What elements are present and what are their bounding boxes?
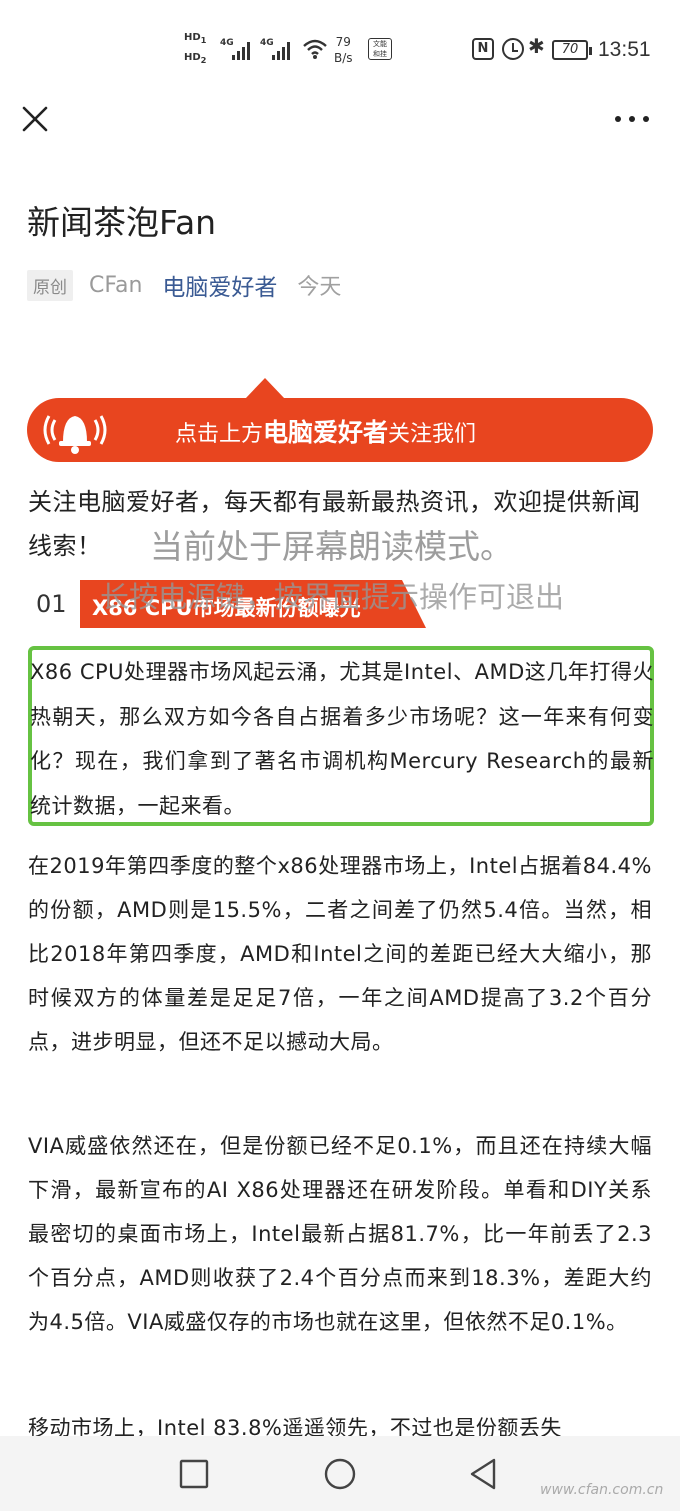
wifi-icon: [303, 39, 327, 59]
publish-date: 今天: [297, 275, 342, 300]
bell-icon: [43, 415, 107, 454]
follow-banner[interactable]: 点击上方电脑爱好者关注我们: [27, 378, 653, 462]
hd2-label: HD2: [184, 52, 207, 65]
triangle-back-icon: [470, 1458, 496, 1490]
status-bar: HD1 HD2 4G 4G 79 B/s 文能 和挂 N ✱ 70 13:51: [0, 0, 680, 100]
recent-apps-button[interactable]: [174, 1454, 214, 1494]
more-icon: [615, 116, 649, 122]
alarm-icon: [502, 38, 524, 60]
bluetooth-icon: ✱: [528, 34, 545, 58]
screen-reader-hint: 长按电源键，按界面提示操作可退出: [100, 580, 565, 614]
paragraph-3[interactable]: VIA威盛依然还在，但是份额已经不足0.1%，而且还在持续大幅下滑，最新宣布的A…: [28, 1124, 652, 1344]
sim2-signal-icon: [272, 40, 290, 60]
paragraph-1[interactable]: X86 CPU处理器市场风起云涌，尤其是Intel、AMD这几年打得火热朝天，那…: [30, 650, 654, 828]
watermark: www.cfan.com.cn: [540, 1482, 664, 1498]
banner-pointer: [245, 378, 285, 399]
system-nav-bar: [0, 1436, 680, 1511]
article-title: 新闻茶泡Fan: [27, 203, 217, 242]
section-number: 01: [36, 590, 67, 618]
network-speed: 79 B/s: [334, 35, 353, 65]
nfc-icon: N: [472, 38, 494, 60]
battery-icon: 70: [552, 40, 592, 60]
screen-reader-notice: 当前处于屏幕朗读模式。: [150, 527, 513, 566]
app-notification-icon: 文能 和挂: [368, 38, 392, 60]
author-name: CFan: [89, 272, 143, 298]
more-options-button[interactable]: [610, 106, 656, 132]
back-button[interactable]: [464, 1454, 504, 1494]
close-icon: [22, 106, 48, 132]
follow-banner-text: 点击上方电脑爱好者关注我们: [175, 418, 477, 447]
close-button[interactable]: [16, 100, 54, 138]
hd1-label: HD1: [184, 32, 207, 45]
square-icon: [179, 1459, 209, 1489]
sim1-signal-icon: [232, 40, 250, 60]
original-tag: 原创: [27, 269, 73, 301]
article-meta: 原创 CFan 电脑爱好者 今天: [27, 268, 341, 302]
paragraph-2[interactable]: 在2019年第四季度的整个x86处理器市场上，Intel占据着84.4%的份额，…: [28, 844, 652, 1064]
clock: 13:51: [598, 38, 651, 61]
home-button[interactable]: [320, 1454, 360, 1494]
account-link[interactable]: 电脑爱好者: [162, 268, 277, 302]
circle-icon: [324, 1458, 356, 1490]
